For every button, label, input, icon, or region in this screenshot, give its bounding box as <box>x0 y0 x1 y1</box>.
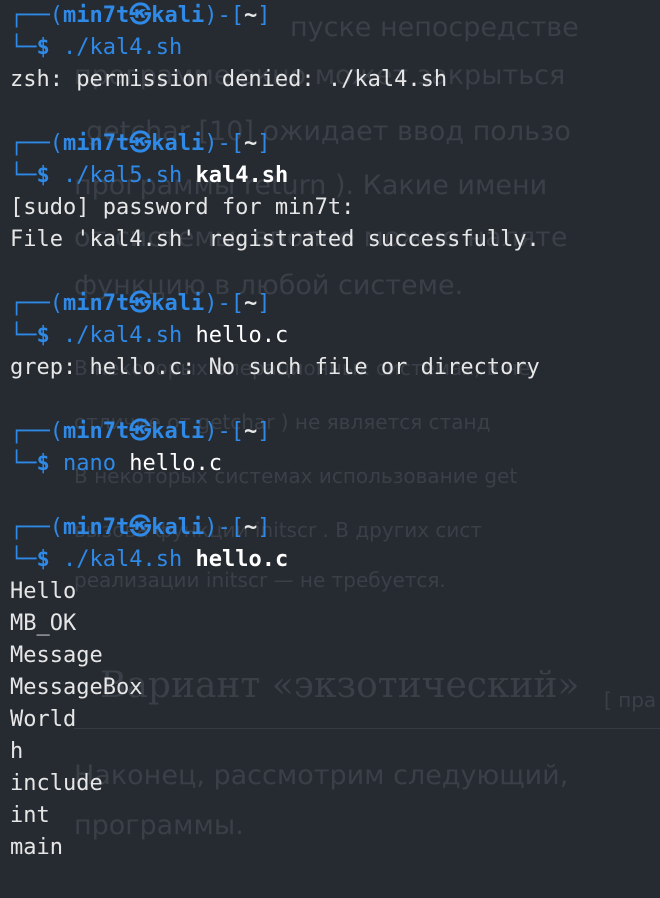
prompt-corner: ┌──( <box>10 419 63 444</box>
kali-at-icon: ㉿ <box>129 291 152 316</box>
prompt-corner: ┌──( <box>10 131 63 156</box>
command-name: ./kal5.sh <box>63 163 183 188</box>
prompt-dollar: $ <box>36 451 63 476</box>
command-line[interactable]: └─$ ./kal5.sh kal4.sh <box>0 160 660 192</box>
prompt-corner: ┌──( <box>10 3 63 28</box>
prompt-header: ┌──(min7t㉿kali)-[~] <box>0 512 660 544</box>
prompt-sep: )-[ <box>204 291 244 316</box>
prompt-host: kali <box>151 419 205 444</box>
prompt-sep: ] <box>257 515 271 540</box>
output-line: Message <box>10 643 103 668</box>
output-line: h <box>10 739 24 764</box>
prompt-dir: ~ <box>243 515 258 540</box>
output-line: World <box>10 707 77 732</box>
prompt-user: min7t <box>62 291 130 316</box>
output-line: include <box>10 771 103 796</box>
kali-at-icon: ㉿ <box>129 3 152 28</box>
prompt-host: kali <box>151 3 205 28</box>
prompt-corner: └─ <box>10 163 37 188</box>
output-line: MessageBox <box>10 675 143 700</box>
prompt-dollar: $ <box>36 163 63 188</box>
command-name: ./kal4.sh <box>63 35 183 60</box>
prompt-corner: ┌──( <box>10 291 63 316</box>
command-args: kal4.sh <box>195 163 289 188</box>
kali-at-icon: ㉿ <box>129 419 152 444</box>
prompt-user: min7t <box>62 3 130 28</box>
output-line: zsh: permission denied: ./kal4.sh <box>10 67 448 92</box>
command-args: hello.c <box>195 547 289 572</box>
prompt-dir: ~ <box>243 419 258 444</box>
prompt-host: kali <box>151 291 205 316</box>
prompt-sep: ] <box>257 3 271 28</box>
command-line[interactable]: └─$ ./kal4.sh hello.c <box>0 544 660 576</box>
prompt-host: kali <box>151 131 205 156</box>
command-line[interactable]: └─$ ./kal4.sh <box>0 32 660 64</box>
prompt-user: min7t <box>62 419 130 444</box>
command-args: hello.c <box>129 451 222 476</box>
prompt-corner: ┌──( <box>10 515 63 540</box>
prompt-dir: ~ <box>243 131 258 156</box>
prompt-corner: └─ <box>10 547 37 572</box>
prompt-sep: )-[ <box>204 3 244 28</box>
prompt-user: min7t <box>62 515 130 540</box>
command-args: hello.c <box>195 323 289 348</box>
prompt-sep: )-[ <box>204 515 244 540</box>
prompt-dollar: $ <box>36 35 63 60</box>
kali-at-icon: ㉿ <box>129 515 152 540</box>
output-line: [sudo] password for min7t: <box>10 195 355 220</box>
output-line: MB_OK <box>10 611 77 636</box>
prompt-user: min7t <box>62 131 130 156</box>
command-name: ./kal4.sh <box>63 547 183 572</box>
prompt-corner: └─ <box>10 35 37 60</box>
prompt-header: ┌──(min7t㉿kali)-[~] <box>0 0 660 32</box>
prompt-sep: ] <box>257 419 271 444</box>
kali-at-icon: ㉿ <box>129 131 152 156</box>
command-line[interactable]: └─$ nano hello.c <box>0 448 660 480</box>
prompt-sep: ] <box>257 131 271 156</box>
prompt-sep: ] <box>257 291 271 316</box>
prompt-corner: └─ <box>10 451 37 476</box>
command-name: ./kal4.sh <box>63 323 183 348</box>
command-line[interactable]: └─$ ./kal4.sh hello.c <box>0 320 660 352</box>
prompt-dollar: $ <box>36 323 63 348</box>
prompt-host: kali <box>151 515 205 540</box>
output-line: grep: hello.c: No such file or directory <box>10 355 540 380</box>
prompt-header: ┌──(min7t㉿kali)-[~] <box>0 288 660 320</box>
output-line: Hello <box>10 579 77 604</box>
prompt-dir: ~ <box>243 291 258 316</box>
prompt-sep: )-[ <box>204 419 244 444</box>
output-line: int <box>10 803 50 828</box>
terminal-output[interactable]: ┌──(min7t㉿kali)-[~] └─$ ./kal4.sh zsh: per… <box>0 0 660 864</box>
output-line: File 'kal4.sh' registrated successfully. <box>10 227 540 252</box>
prompt-dir: ~ <box>243 3 258 28</box>
prompt-corner: └─ <box>10 323 37 348</box>
prompt-header: ┌──(min7t㉿kali)-[~] <box>0 416 660 448</box>
prompt-header: ┌──(min7t㉿kali)-[~] <box>0 128 660 160</box>
prompt-dollar: $ <box>36 547 63 572</box>
command-name: nano <box>63 451 116 476</box>
prompt-sep: )-[ <box>204 131 244 156</box>
output-line: main <box>10 835 63 860</box>
